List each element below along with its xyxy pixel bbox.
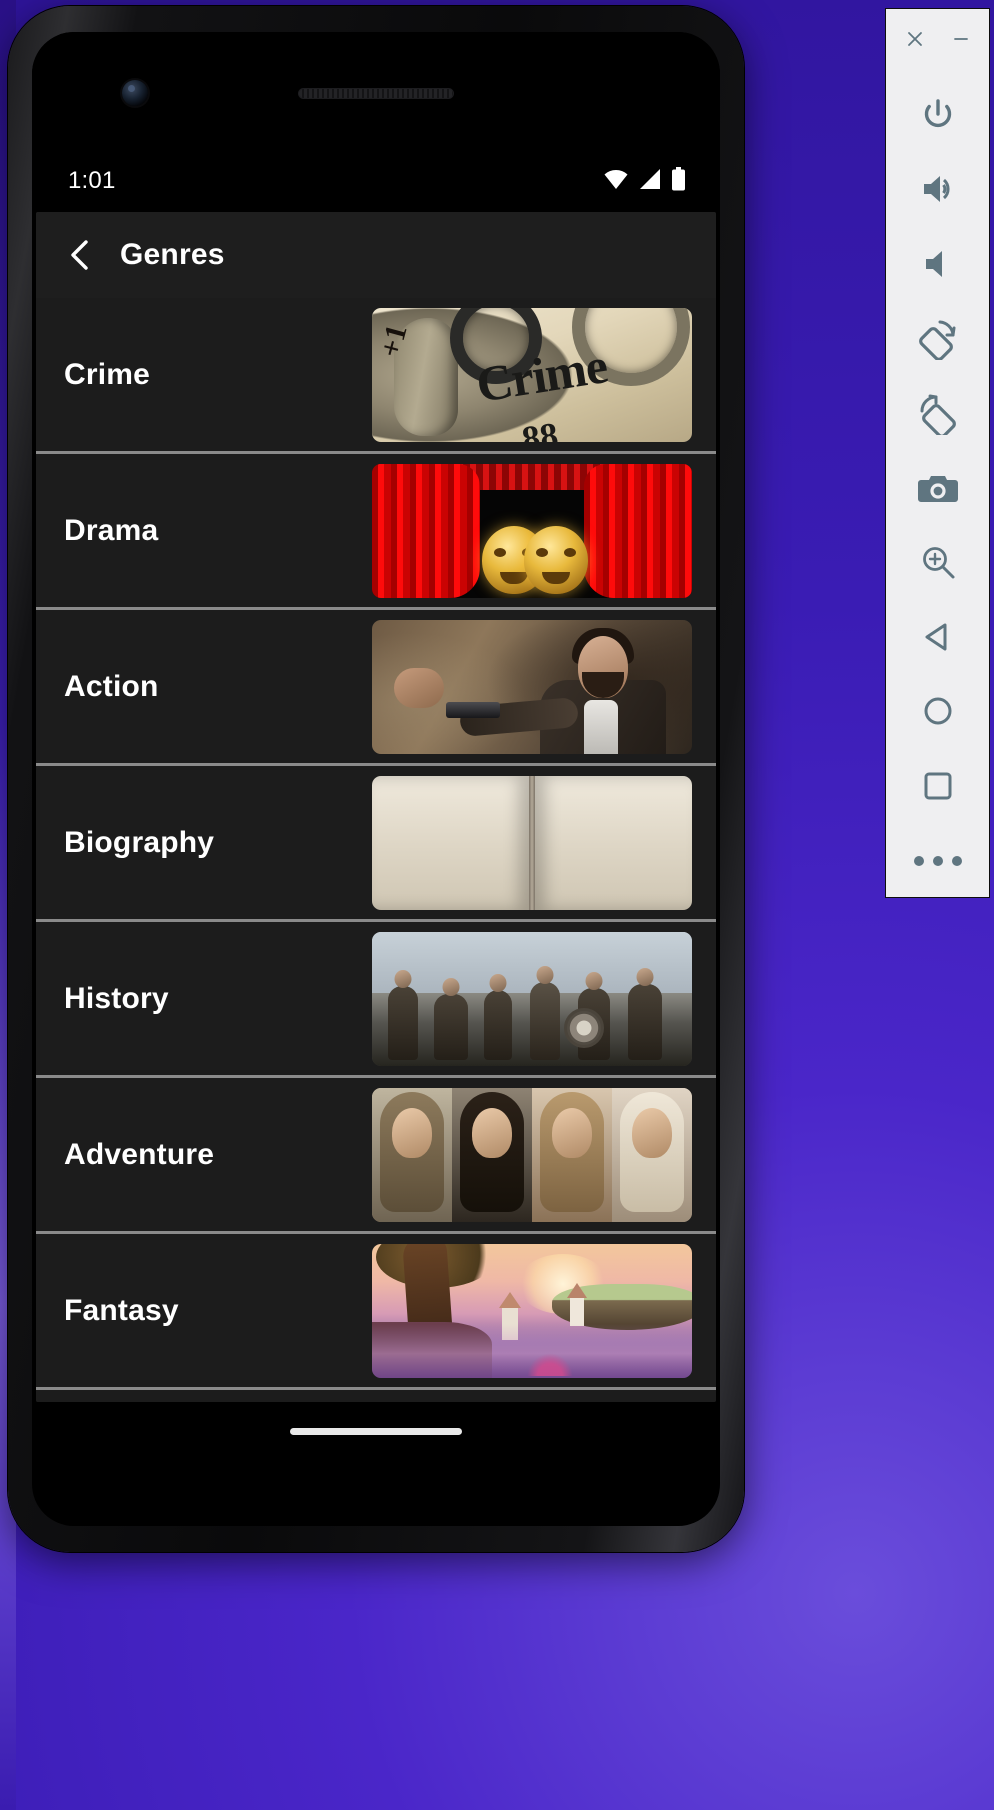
earpiece-speaker-icon	[298, 88, 454, 99]
genre-thumbnail-fantasy	[372, 1243, 692, 1378]
genre-label: Action	[64, 669, 159, 703]
back-chevron-icon[interactable]	[64, 238, 98, 272]
app-bar: Genres	[36, 212, 716, 298]
status-bar-icons	[603, 166, 686, 196]
minimize-window-button[interactable]	[950, 28, 972, 50]
biography-artwork	[372, 775, 692, 910]
screenshot-button[interactable]	[901, 451, 975, 524]
front-camera-icon	[122, 80, 148, 106]
back-button[interactable]	[901, 601, 975, 674]
genre-label: History	[64, 981, 169, 1015]
status-bar: 1:01	[32, 150, 720, 212]
close-window-button[interactable]	[904, 28, 926, 50]
more-dots-icon	[913, 855, 962, 866]
phone-screen: 1:01 Genres Crime +1 Crime 88 Drama Acti…	[32, 150, 720, 1460]
genre-row-adventure[interactable]: Adventure	[36, 1078, 716, 1234]
zoom-button[interactable]	[901, 526, 975, 599]
genre-thumbnail-biography	[372, 775, 692, 910]
emulator-toolbar	[885, 8, 990, 898]
genre-row-crime[interactable]: Crime +1 Crime 88	[36, 298, 716, 454]
fantasy-artwork	[372, 1243, 692, 1378]
crime-artwork: +1 Crime 88	[372, 307, 692, 442]
genre-label: Biography	[64, 825, 215, 859]
genre-thumbnail-history	[372, 931, 692, 1066]
battery-icon	[671, 166, 686, 196]
rotate-right-button[interactable]	[901, 377, 975, 450]
genre-thumbnail-action	[372, 619, 692, 754]
rotate-left-button[interactable]	[901, 302, 975, 375]
drama-artwork	[372, 463, 692, 598]
genre-row-fantasy[interactable]: Fantasy	[36, 1234, 716, 1390]
genre-list: Crime +1 Crime 88 Drama Action Biography…	[36, 298, 716, 1402]
genres-app-surface: Genres Crime +1 Crime 88 Drama Action Bi…	[36, 212, 716, 1402]
wifi-icon	[603, 168, 629, 195]
device-screen-area: 1:01 Genres Crime +1 Crime 88 Drama Acti…	[32, 32, 720, 1526]
status-bar-clock: 1:01	[68, 167, 116, 194]
genre-list-tail-row	[36, 1390, 716, 1402]
home-gesture-pill[interactable]	[290, 1427, 462, 1435]
genre-label: Fantasy	[64, 1293, 179, 1327]
navigation-gesture-bar[interactable]	[32, 1402, 720, 1460]
toolbar-window-controls	[886, 9, 989, 68]
genre-row-history[interactable]: History	[36, 922, 716, 1078]
genre-label: Adventure	[64, 1137, 215, 1171]
page-title: Genres	[120, 238, 225, 271]
home-button[interactable]	[901, 675, 975, 748]
more-button[interactable]	[901, 824, 975, 897]
genre-row-biography[interactable]: Biography	[36, 766, 716, 922]
overview-button[interactable]	[901, 750, 975, 823]
volume-up-button[interactable]	[901, 153, 975, 226]
cellular-signal-icon	[638, 168, 662, 195]
genre-row-action[interactable]: Action	[36, 610, 716, 766]
action-artwork	[372, 619, 692, 754]
device-notch-bar	[32, 32, 720, 150]
genre-label: Crime	[64, 357, 151, 391]
volume-down-button[interactable]	[901, 227, 975, 300]
history-artwork	[372, 931, 692, 1066]
genre-row-drama[interactable]: Drama	[36, 454, 716, 610]
emulator-device-frame: 1:01 Genres Crime +1 Crime 88 Drama Acti…	[8, 6, 744, 1552]
genre-thumbnail-adventure	[372, 1087, 692, 1222]
genre-thumbnail-drama	[372, 463, 692, 598]
genre-thumbnail-crime: +1 Crime 88	[372, 307, 692, 442]
adventure-artwork	[372, 1087, 692, 1222]
genre-label: Drama	[64, 513, 159, 547]
power-button[interactable]	[901, 78, 975, 151]
